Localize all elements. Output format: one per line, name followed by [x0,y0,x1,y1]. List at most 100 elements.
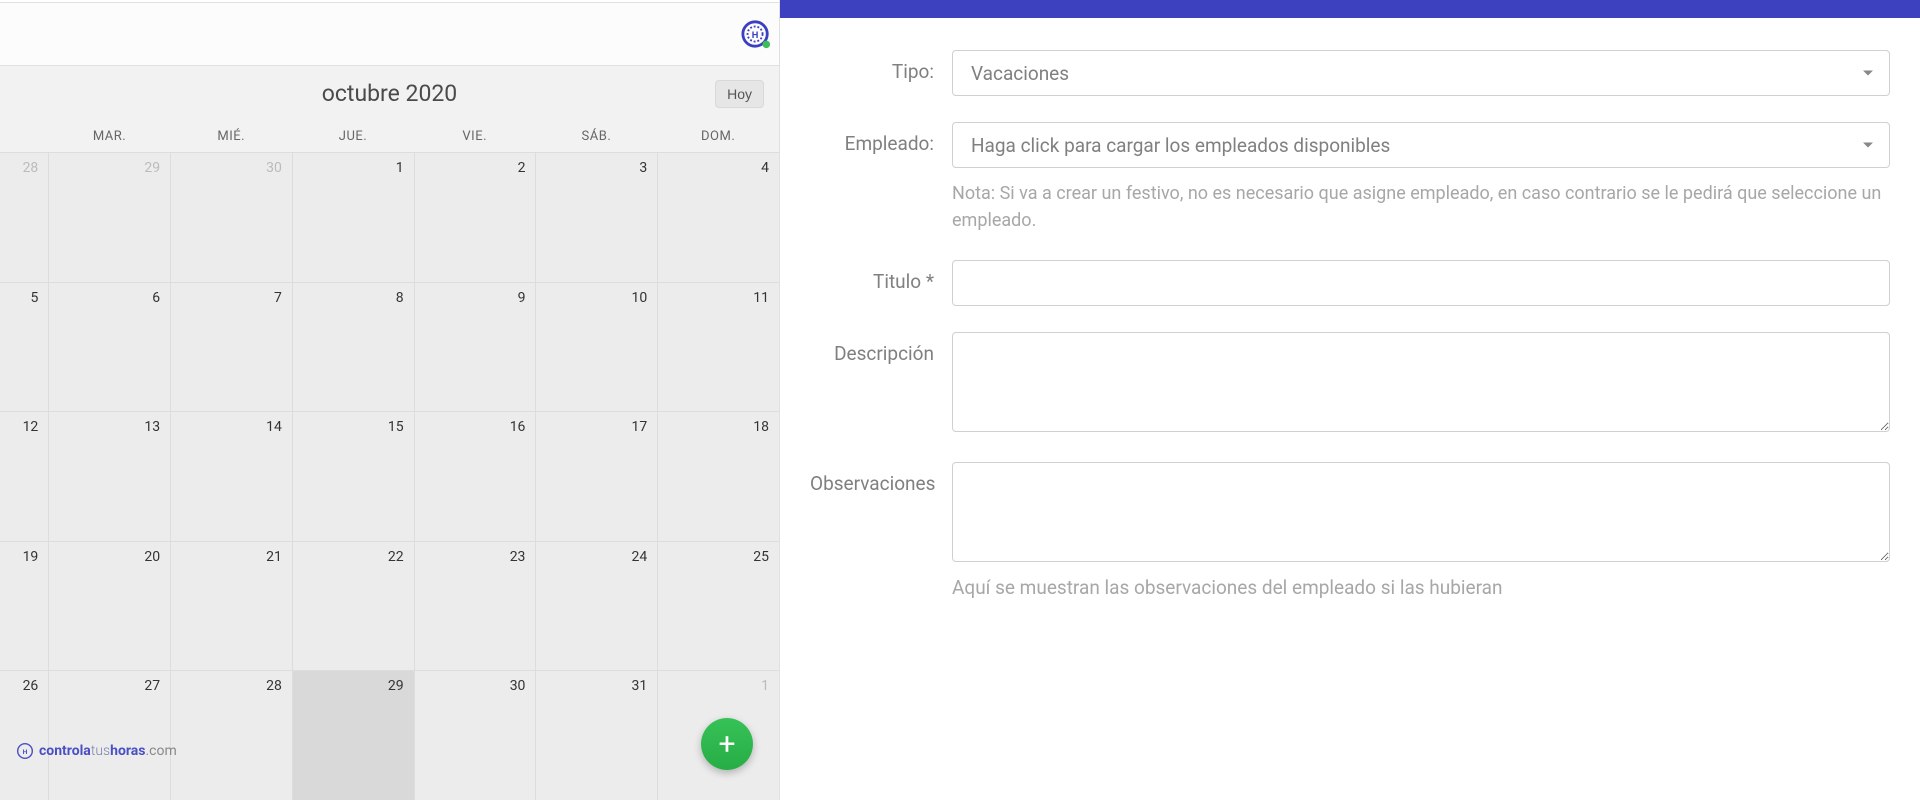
calendar-grid: MAR.MIÉ.JUE.VIE.SÁB.DOM. 282930123456789… [0,121,779,800]
day-cell[interactable]: 31 [536,671,658,800]
day-number: 2 [518,160,526,176]
day-cell[interactable]: 16 [415,412,537,541]
label-descripcion: Descripción [810,332,952,365]
day-cell[interactable]: 7 [171,283,293,412]
day-cell[interactable]: 1 [293,153,415,282]
day-number: 16 [510,419,526,435]
add-event-button[interactable]: + [701,718,753,770]
day-number: 9 [518,290,526,306]
day-cell[interactable]: 19 [0,542,49,671]
select-tipo[interactable]: Vacaciones [952,50,1890,96]
day-cell[interactable]: 20 [49,542,171,671]
weekday-header: DOM. [657,121,779,152]
header-bar: H [0,3,779,66]
day-number: 25 [753,549,769,565]
weekday-header: MAR. [49,121,171,152]
day-cell[interactable]: 5 [0,283,49,412]
day-cell[interactable]: 4 [658,153,779,282]
select-empleado[interactable]: Haga click para cargar los empleados dis… [952,122,1890,168]
day-number: 8 [396,290,404,306]
row-observaciones: Observaciones Aquí se muestran las obser… [810,462,1890,599]
week-row: 5 6 7 8 9 10 11 [0,283,779,413]
day-cell[interactable]: 2 [415,153,537,282]
row-descripcion: Descripción [810,332,1890,436]
row-empleado: Empleado: Haga click para cargar los emp… [810,122,1890,234]
label-observaciones: Observaciones [810,462,952,495]
day-number: 10 [631,290,647,306]
day-cell[interactable]: 30 [171,153,293,282]
day-number: 3 [639,160,647,176]
svg-text:H: H [23,748,28,756]
day-cell[interactable]: 18 [658,412,779,541]
input-titulo[interactable] [952,260,1890,306]
day-number: 11 [753,290,769,306]
weekday-header: JUE. [292,121,414,152]
day-cell[interactable]: 22 [293,542,415,671]
form-panel: Tipo: Vacaciones Empleado: Haga click pa… [780,0,1920,800]
calendar-panel: H octubre 2020 Hoy MAR.MIÉ.JUE.VIE.SÁB.D… [0,0,780,800]
day-cell[interactable]: 25 [658,542,779,671]
textarea-descripcion[interactable] [952,332,1890,432]
day-number: 29 [144,160,160,176]
day-cell[interactable]: 13 [49,412,171,541]
week-row: 28 29 30 1 2 3 4 [0,153,779,283]
calendar-toolbar: octubre 2020 Hoy [0,66,779,121]
today-button[interactable]: Hoy [715,80,764,108]
day-number: 21 [266,549,282,565]
day-number: 15 [388,419,404,435]
day-cell[interactable]: 8 [293,283,415,412]
day-cell[interactable]: 6 [49,283,171,412]
day-cell[interactable]: 28 [0,153,49,282]
day-cell[interactable]: 14 [171,412,293,541]
chevron-down-icon [1863,143,1873,148]
brand-footer[interactable]: H controlatushoras.com [16,742,177,760]
day-cell[interactable]: 15 [293,412,415,541]
day-cell[interactable]: 24 [536,542,658,671]
select-tipo-value: Vacaciones [971,62,1069,85]
day-number: 4 [761,160,769,176]
plus-icon: + [718,727,735,762]
day-number: 1 [761,678,769,694]
day-cell[interactable]: 27 [49,671,171,800]
day-number: 28 [266,678,282,694]
day-cell[interactable]: 3 [536,153,658,282]
day-number: 18 [753,419,769,435]
label-tipo: Tipo: [810,50,952,83]
label-titulo: Titulo * [810,260,952,293]
day-cell[interactable]: 11 [658,283,779,412]
row-titulo: Titulo * [810,260,1890,306]
brand-icon[interactable]: H [741,19,771,49]
day-number: 22 [388,549,404,565]
weekday-header [0,121,49,152]
textarea-observaciones[interactable] [952,462,1890,562]
day-number: 27 [144,678,160,694]
day-number: 1 [396,160,404,176]
panel-header [780,0,1920,18]
day-cell[interactable]: 23 [415,542,537,671]
day-number: 13 [144,419,160,435]
day-number: 31 [631,678,647,694]
day-cell[interactable]: 9 [415,283,537,412]
day-cell[interactable]: 26 [0,671,49,800]
day-number: 17 [631,419,647,435]
day-cell[interactable]: 28 [171,671,293,800]
day-cell[interactable]: 10 [536,283,658,412]
day-number: 20 [144,549,160,565]
day-number: 6 [152,290,160,306]
day-cell[interactable]: 29 [293,671,415,800]
day-cell[interactable]: 29 [49,153,171,282]
row-tipo: Tipo: Vacaciones [810,50,1890,96]
day-number: 7 [274,290,282,306]
day-number: 30 [266,160,282,176]
day-cell[interactable]: 12 [0,412,49,541]
day-number: 26 [23,678,39,694]
observaciones-help: Aquí se muestran las observaciones del e… [952,576,1890,599]
day-number: 30 [510,678,526,694]
day-cell[interactable]: 21 [171,542,293,671]
calendar-weeks: 2829301234567891011121314151617181920212… [0,153,779,800]
select-empleado-placeholder: Haga click para cargar los empleados dis… [971,134,1390,157]
weekday-header-row: MAR.MIÉ.JUE.VIE.SÁB.DOM. [0,121,779,153]
brand-footer-text: controlatushoras.com [39,743,177,759]
day-cell[interactable]: 30 [415,671,537,800]
day-cell[interactable]: 17 [536,412,658,541]
